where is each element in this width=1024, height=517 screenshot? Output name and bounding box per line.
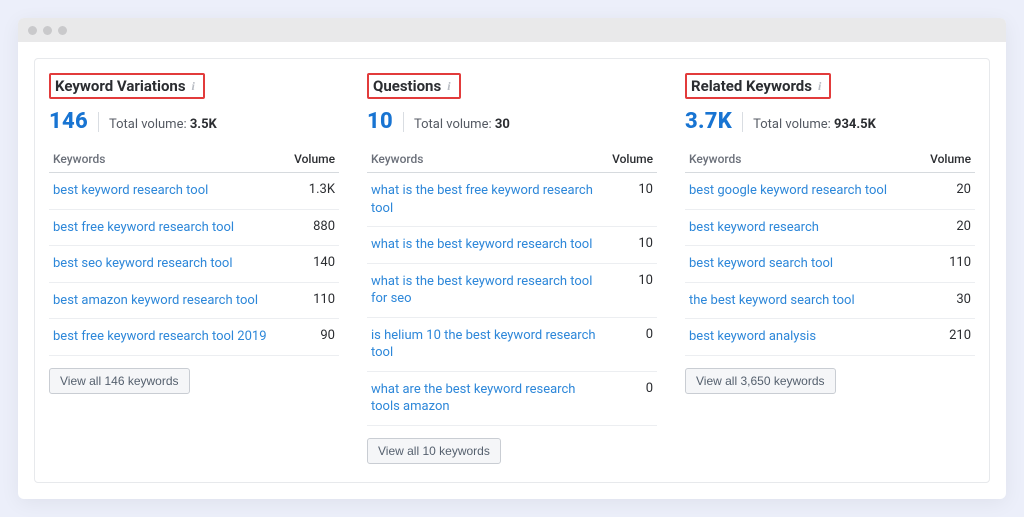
table-row: what is the best free keyword research t… [367,173,657,227]
panel-count: 10 [367,109,393,134]
col-header-volume: Volume [608,146,657,173]
col-header-keywords: Keywords [685,146,919,173]
table-row: best seo keyword research tool 140 [49,246,339,283]
keyword-volume: 0 [608,317,657,371]
keyword-link[interactable]: what is the best keyword research tool [371,236,592,254]
keyword-volume: 210 [919,319,975,356]
keyword-volume: 20 [919,173,975,210]
panel-count: 3.7K [685,109,732,134]
vertical-divider [742,112,743,132]
keyword-volume: 10 [608,173,657,227]
keyword-panel: Questions i 10 Total volume: 30 KeywordsVolu… [367,73,657,464]
panel-title-box: Questions i [367,73,461,99]
keyword-link[interactable]: what is the best keyword research tool f… [371,273,604,308]
keyword-volume: 140 [287,246,339,283]
panel-title-box: Related Keywords i [685,73,831,99]
keyword-link[interactable]: best amazon keyword research tool [53,292,258,310]
table-row: best google keyword research tool 20 [685,173,975,210]
view-all-button[interactable]: View all 146 keywords [49,368,190,394]
keyword-link[interactable]: best keyword search tool [689,255,833,273]
keyword-volume: 10 [608,263,657,317]
keyword-link[interactable]: best keyword research [689,219,819,237]
table-row: what are the best keyword research tools… [367,371,657,425]
window-control-close[interactable] [28,26,37,35]
panel-total-volume: Total volume: 934.5K [753,117,876,132]
table-row: best free keyword research tool 880 [49,209,339,246]
keyword-volume: 0 [608,371,657,425]
total-volume-label: Total volume: [109,117,187,132]
info-icon[interactable]: i [818,79,821,94]
total-volume-value: 3.5K [190,117,217,132]
col-header-keywords: Keywords [367,146,608,173]
keyword-volume: 30 [919,282,975,319]
panel-title: Related Keywords [691,77,812,95]
keyword-link[interactable]: what is the best free keyword research t… [371,182,604,217]
col-header-volume: Volume [919,146,975,173]
keyword-link[interactable]: best free keyword research tool [53,219,234,237]
vertical-divider [98,112,99,132]
keyword-panel: Keyword Variations i 146 Total volume: 3.5K… [49,73,339,394]
view-all-button[interactable]: View all 3,650 keywords [685,368,836,394]
keyword-volume: 880 [287,209,339,246]
table-row: best keyword research tool 1.3K [49,173,339,210]
info-icon[interactable]: i [447,79,450,94]
panel-title: Questions [373,77,441,95]
total-volume-value: 30 [495,117,510,132]
keywords-table: KeywordsVolumebest keyword research tool… [49,146,339,356]
keyword-link[interactable]: is helium 10 the best keyword research t… [371,327,604,362]
table-row: what is the best keyword research tool f… [367,263,657,317]
panel-title: Keyword Variations [55,77,186,95]
col-header-volume: Volume [287,146,339,173]
panel-title-box: Keyword Variations i [49,73,205,99]
keyword-link[interactable]: best seo keyword research tool [53,255,233,273]
table-row: best keyword search tool 110 [685,246,975,283]
table-row: best free keyword research tool 2019 90 [49,319,339,356]
panel-total-volume: Total volume: 3.5K [109,117,217,132]
keyword-link[interactable]: what are the best keyword research tools… [371,381,604,416]
keyword-volume: 110 [919,246,975,283]
keyword-link[interactable]: best free keyword research tool 2019 [53,328,267,346]
window-control-zoom[interactable] [58,26,67,35]
panel-total-volume: Total volume: 30 [414,117,510,132]
keyword-volume: 10 [608,227,657,264]
table-row: best keyword analysis 210 [685,319,975,356]
keyword-volume: 90 [287,319,339,356]
keyword-volume: 20 [919,209,975,246]
panel-count: 146 [49,109,88,134]
vertical-divider [403,112,404,132]
window-titlebar [18,18,1006,42]
keyword-link[interactable]: best keyword research tool [53,182,208,200]
keywords-table: KeywordsVolumewhat is the best free keyw… [367,146,657,426]
keyword-panels: Keyword Variations i 146 Total volume: 3.5K… [34,58,990,483]
table-row: what is the best keyword research tool 10 [367,227,657,264]
panel-metrics: 146 Total volume: 3.5K [49,109,339,134]
keyword-link[interactable]: best keyword analysis [689,328,816,346]
keyword-volume: 110 [287,282,339,319]
keyword-volume: 1.3K [287,173,339,210]
info-icon[interactable]: i [192,79,195,94]
panel-metrics: 3.7K Total volume: 934.5K [685,109,975,134]
total-volume-label: Total volume: [414,117,492,132]
keywords-table: KeywordsVolumebest google keyword resear… [685,146,975,356]
content-area: Keyword Variations i 146 Total volume: 3.5K… [18,42,1006,499]
app-window: Keyword Variations i 146 Total volume: 3.5K… [18,18,1006,499]
keyword-link[interactable]: the best keyword search tool [689,292,855,310]
keyword-link[interactable]: best google keyword research tool [689,182,887,200]
total-volume-value: 934.5K [834,117,876,132]
table-row: is helium 10 the best keyword research t… [367,317,657,371]
col-header-keywords: Keywords [49,146,287,173]
table-row: best keyword research 20 [685,209,975,246]
window-control-minimize[interactable] [43,26,52,35]
panel-metrics: 10 Total volume: 30 [367,109,657,134]
table-row: the best keyword search tool 30 [685,282,975,319]
view-all-button[interactable]: View all 10 keywords [367,438,501,464]
table-row: best amazon keyword research tool 110 [49,282,339,319]
total-volume-label: Total volume: [753,117,831,132]
keyword-panel: Related Keywords i 3.7K Total volume: 934.5… [685,73,975,394]
